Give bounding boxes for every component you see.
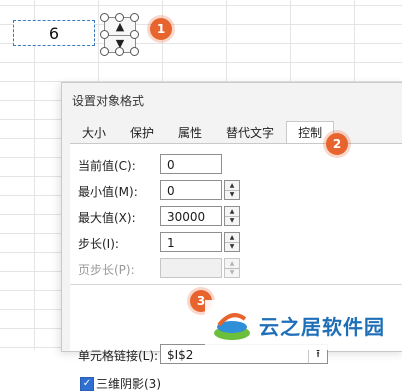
resize-handle[interactable] — [130, 30, 139, 39]
resize-handle[interactable] — [115, 13, 124, 22]
watermark: 云之居软件园 — [205, 300, 402, 350]
stepper-down-icon[interactable]: ▼ — [225, 242, 239, 251]
stepper-down-icon[interactable]: ▼ — [225, 216, 239, 225]
step-stepper[interactable]: ▲ ▼ — [224, 232, 240, 252]
min-value-input[interactable]: 0 — [160, 180, 222, 200]
tab-properties[interactable]: 属性 — [166, 121, 214, 145]
dialog-title: 设置对象格式 — [72, 94, 145, 108]
spin-button-control[interactable]: ▲ ▼ — [99, 12, 139, 56]
resize-handle[interactable] — [115, 47, 124, 56]
page-step-input — [160, 258, 222, 278]
resize-handle[interactable] — [100, 13, 109, 22]
max-value-label: 最大值(X): — [78, 211, 136, 225]
watermark-logo-icon — [214, 313, 250, 340]
cell-value-text: 6 — [48, 23, 60, 43]
tab-size[interactable]: 大小 — [70, 121, 118, 145]
step-badge-2: 2 — [326, 133, 348, 155]
3d-shading-label: 三维阴影(3) — [96, 377, 161, 391]
tab-alt-text[interactable]: 替代文字 — [214, 121, 286, 145]
stepper-down-icon: ▼ — [229, 269, 235, 276]
max-value-input[interactable]: 30000 — [160, 206, 222, 226]
min-value-stepper[interactable]: ▲ ▼ — [224, 180, 240, 200]
step-label: 步长(I): — [78, 237, 119, 251]
resize-handle[interactable] — [100, 30, 109, 39]
step-badge-1: 1 — [150, 18, 172, 40]
current-value-label: 当前值(C): — [78, 159, 136, 173]
tab-protection[interactable]: 保护 — [118, 121, 166, 145]
resize-handle[interactable] — [130, 13, 139, 22]
min-value-label: 最小值(M): — [78, 185, 138, 199]
step-input[interactable]: 1 — [160, 232, 222, 252]
max-value-stepper[interactable]: ▲ ▼ — [224, 206, 240, 226]
watermark-text: 云之居软件园 — [259, 314, 385, 339]
page-step-label: 页步长(P): — [78, 263, 135, 277]
page-step-stepper: ▲ ▼ — [224, 258, 240, 278]
stepper-down-icon[interactable]: ▼ — [225, 190, 239, 199]
linked-cell[interactable]: 6 — [13, 20, 95, 46]
resize-handle[interactable] — [100, 47, 109, 56]
cell-link-value: $I$2 — [167, 348, 194, 362]
resize-handle[interactable] — [130, 47, 139, 56]
current-value-input[interactable]: 0 — [160, 154, 222, 174]
divider — [70, 284, 402, 285]
3d-shading-checkbox[interactable]: ✓ — [80, 377, 94, 391]
dialog-tabs: 大小 保护 属性 替代文字 控制 — [70, 121, 402, 145]
